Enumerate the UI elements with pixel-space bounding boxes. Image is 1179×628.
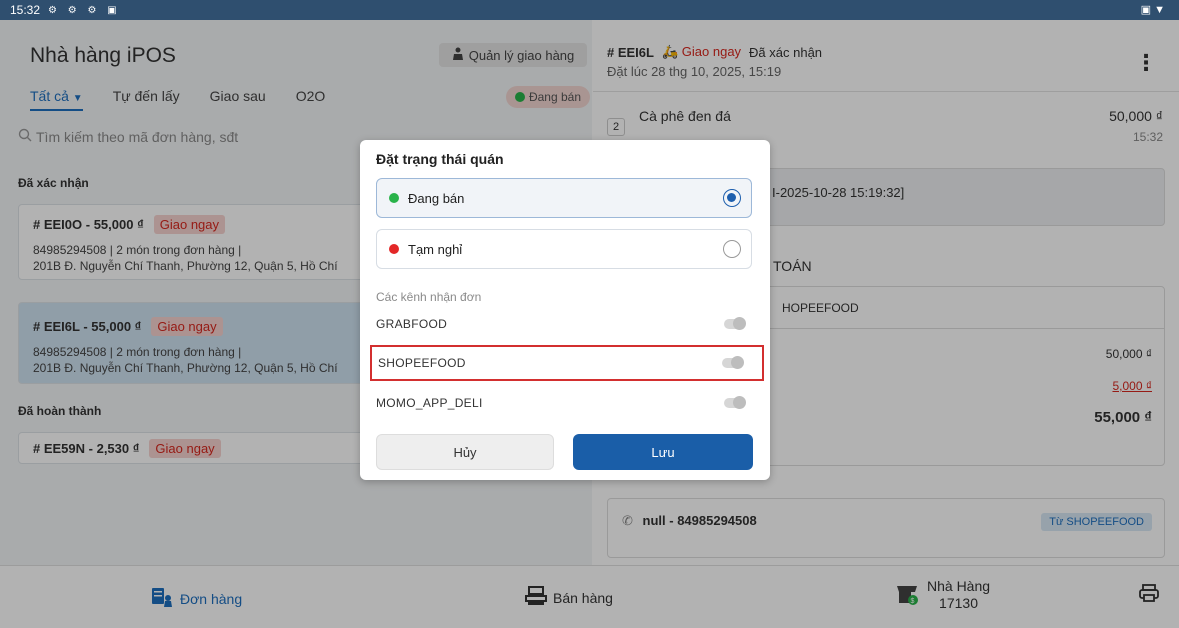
channel-shopeefood: SHOPEEFOOD (370, 345, 764, 381)
channel-label: GRABFOOD (376, 317, 448, 331)
channel-label: MOMO_APP_DELI (376, 396, 483, 410)
channel-momo: MOMO_APP_DELI (370, 385, 764, 421)
channels-label: Các kênh nhận đơn (376, 290, 482, 304)
channel-toggle[interactable] (722, 356, 744, 369)
option-paused-label: Tạm nghỉ (408, 241, 463, 257)
option-selling[interactable]: Đang bán (376, 178, 752, 218)
system-icons: ▣ ▼ (1140, 4, 1165, 16)
status-bar: 15:32 ⚙ ⚙ ⚙ ▣ ▣ ▼ (0, 0, 1179, 20)
channel-grabfood: GRABFOOD (370, 306, 764, 342)
channel-toggle[interactable] (724, 396, 746, 409)
option-selling-label: Đang bán (408, 190, 465, 206)
dialog-title: Đặt trạng thái quán (376, 151, 504, 167)
option-paused[interactable]: Tạm nghỉ (376, 229, 752, 269)
status-time: 15:32 (10, 3, 41, 17)
notification-icons: ⚙ ⚙ ⚙ ▣ (48, 4, 121, 16)
store-status-dialog: Đặt trạng thái quán Đang bán Tạm nghỉ Cá… (360, 140, 770, 480)
save-button[interactable]: Lưu (573, 434, 753, 470)
channel-label: SHOPEEFOOD (378, 356, 466, 370)
radio-selected-icon[interactable] (723, 189, 741, 207)
cancel-button[interactable]: Hủy (376, 434, 554, 470)
channel-toggle[interactable] (724, 317, 746, 330)
red-dot-icon (389, 244, 399, 254)
radio-unselected-icon[interactable] (723, 240, 741, 258)
green-dot-icon (389, 193, 399, 203)
